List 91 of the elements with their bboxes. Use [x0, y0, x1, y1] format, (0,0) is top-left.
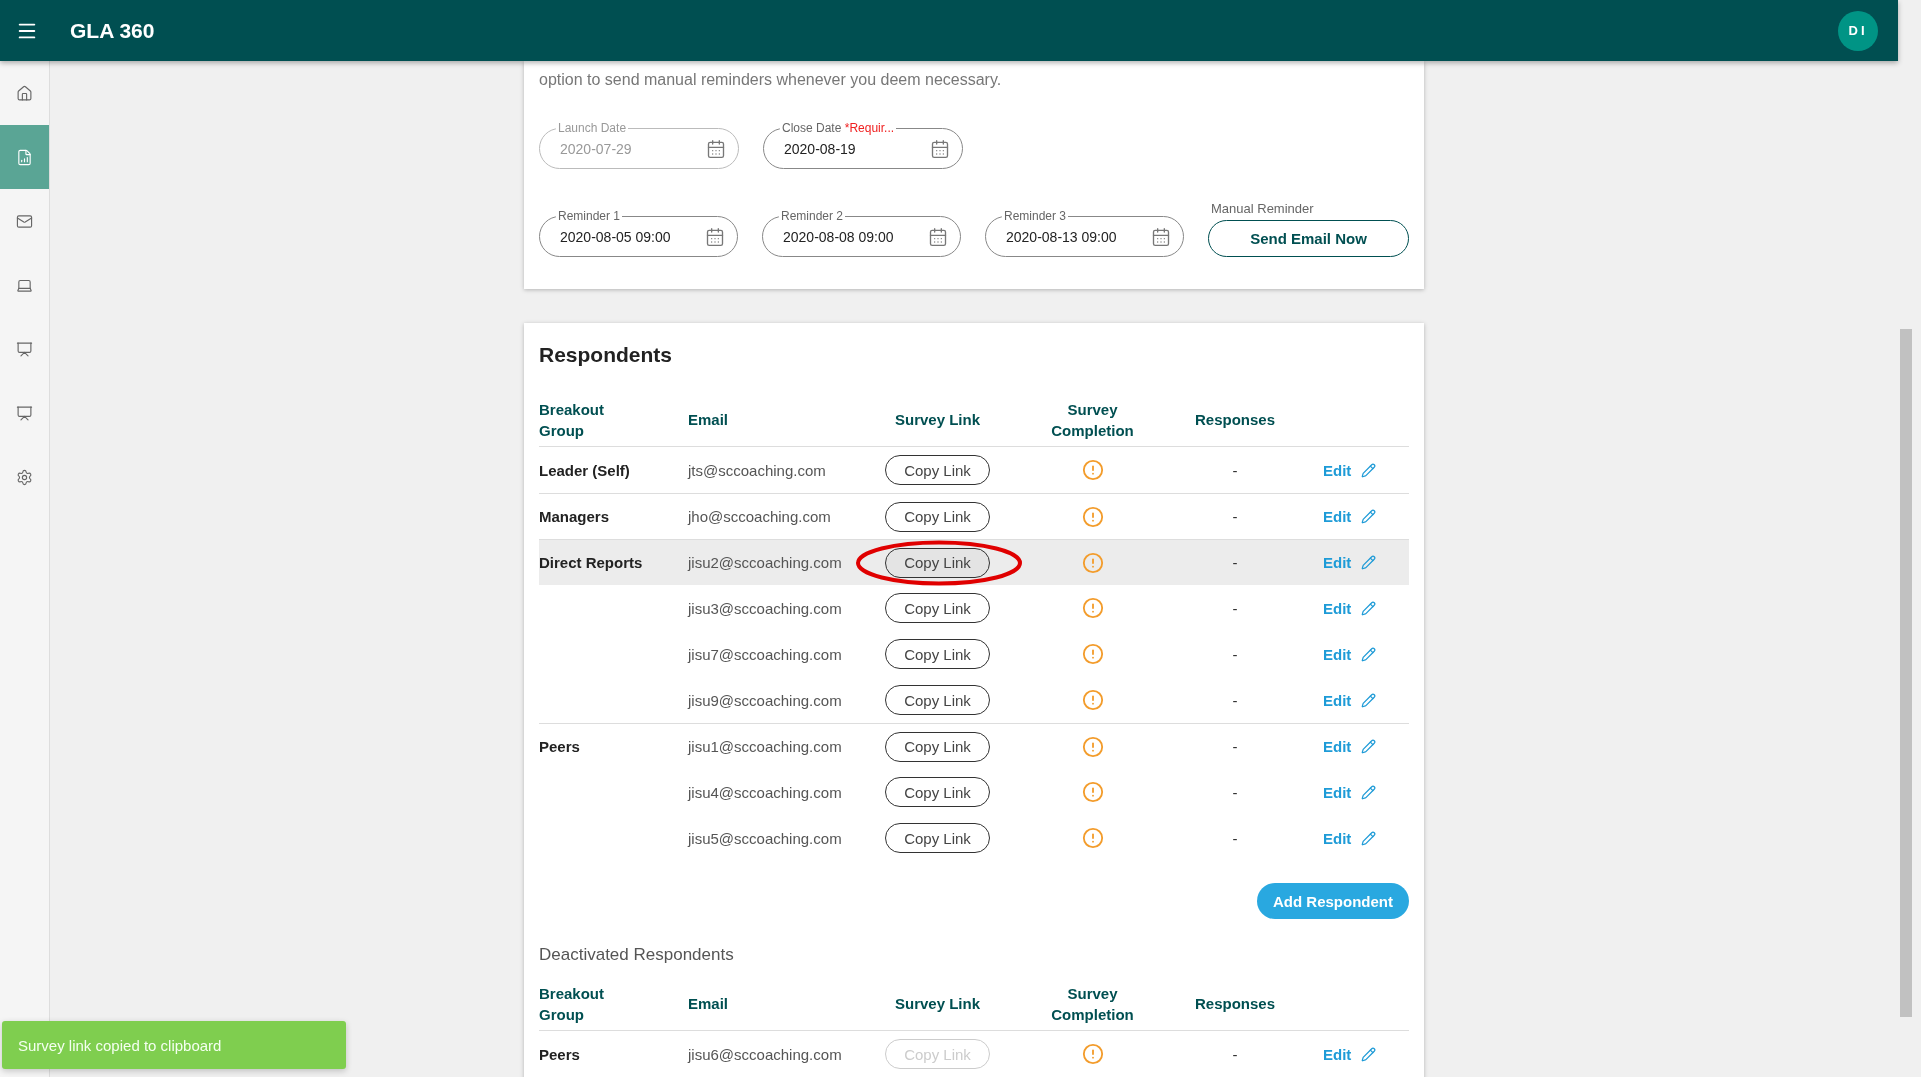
home-icon: [16, 84, 33, 102]
email-cell-text: jisu7@sccoaching.com: [688, 645, 843, 663]
table-row[interactable]: Peers jisu1@sccoaching.com Copy Link - Edit: [539, 723, 1409, 769]
copy-link-button[interactable]: Copy Link: [885, 593, 990, 623]
section-title: Respondents: [539, 343, 673, 367]
toast-message: Survey link copied to clipboard: [2, 1021, 346, 1069]
responses-cell: -: [1232, 691, 1238, 709]
alert-icon: [1081, 1043, 1104, 1065]
column-header: Breakout Group: [539, 399, 606, 441]
group-name: Peers: [539, 1045, 581, 1063]
email-cell-text: jisu6@sccoaching.com: [688, 1045, 843, 1063]
email-cell-text: jho@sccoaching.com: [688, 508, 832, 525]
copy-link-button[interactable]: Copy Link: [885, 547, 990, 578]
column-header: Survey Completion: [1050, 983, 1135, 1025]
column-header: Email: [688, 410, 729, 430]
app-title: GLA 360: [70, 18, 156, 43]
pencil-icon: [1361, 830, 1377, 846]
table-row[interactable]: Direct Reports jisu2@sccoaching.com Copy Link - Edit: [539, 539, 1409, 585]
responses-cell: -: [1232, 829, 1238, 847]
table-row[interactable]: jisu7@sccoaching.com Copy Link - Edit: [539, 631, 1409, 677]
email-cell-text: jisu2@sccoaching.com: [688, 554, 843, 571]
calendar-icon[interactable]: [705, 226, 725, 247]
table-row[interactable]: jisu9@sccoaching.com Copy Link - Edit: [539, 677, 1409, 723]
email-cell-text: jts@sccoaching.com: [688, 461, 827, 479]
copy-link-button[interactable]: Copy Link: [885, 777, 990, 807]
alert-icon: [1081, 735, 1104, 758]
responses-cell: -: [1232, 645, 1238, 663]
column-header: Breakout Group: [539, 983, 606, 1025]
group-name: Peers: [539, 738, 581, 755]
pencil-icon: [1361, 784, 1377, 800]
responses-cell: -: [1232, 783, 1238, 801]
pencil-icon: [1361, 555, 1377, 570]
alert-icon: [1081, 643, 1104, 665]
pencil-icon: [1361, 509, 1377, 524]
pencil-icon: [1361, 692, 1377, 708]
column-header: Responses: [1194, 994, 1275, 1014]
group-name: Leader (Self): [539, 461, 631, 479]
alert-icon: [1081, 505, 1104, 528]
section-title: Deactivated Respondents: [539, 945, 735, 965]
presentation-icon: [16, 404, 33, 422]
alert-icon: [1081, 551, 1104, 574]
table-row[interactable]: jisu4@sccoaching.com Copy Link - Edit: [539, 769, 1409, 815]
email-cell-text: jisu5@sccoaching.com: [688, 829, 843, 847]
alert-icon: [1081, 827, 1104, 849]
alert-icon: [1081, 459, 1104, 481]
settings-icon: [16, 468, 33, 486]
copy-link-button[interactable]: Copy Link: [885, 501, 990, 532]
group-name: Managers: [539, 508, 611, 525]
table-row[interactable]: Leader (Self) jts@sccoaching.com Copy Link - Edit: [539, 447, 1409, 493]
email-cell-text: jisu1@sccoaching.com: [688, 738, 843, 755]
copy-link-button[interactable]: Copy Link: [885, 731, 990, 762]
user-avatar[interactable]: DI: [1838, 10, 1878, 51]
column-header: Survey Link: [894, 994, 980, 1014]
responses-cell: -: [1232, 461, 1238, 479]
group-name: Direct Reports: [539, 554, 644, 571]
pencil-icon: [1361, 739, 1377, 754]
responses-cell: -: [1232, 738, 1238, 755]
copy-link-button[interactable]: Copy Link: [885, 685, 990, 715]
copy-link-button[interactable]: Copy Link: [885, 455, 990, 485]
pencil-icon: [1361, 462, 1377, 478]
mail-icon: [16, 212, 33, 230]
calendar-icon[interactable]: [1151, 226, 1171, 247]
email-cell-text: jisu9@sccoaching.com: [688, 691, 843, 709]
description-text: option to send manual reminders whenever you deem necessary.: [539, 70, 1003, 90]
pencil-icon: [1361, 600, 1377, 616]
calendar-icon[interactable]: [930, 138, 950, 159]
responses-cell: -: [1232, 508, 1238, 525]
copy-link-button[interactable]: Copy Link: [885, 639, 990, 669]
sidebar-item[interactable]: [0, 125, 49, 189]
copy-link-button[interactable]: Copy Link: [885, 823, 990, 853]
calendar-icon[interactable]: [928, 226, 948, 247]
column-header: Email: [688, 994, 729, 1014]
table-row[interactable]: jisu5@sccoaching.com Copy Link - Edit: [539, 815, 1409, 861]
alert-icon: [1081, 597, 1104, 619]
responses-cell: -: [1232, 599, 1238, 617]
column-header: Survey Link: [894, 410, 980, 430]
presentation-icon: [16, 340, 33, 358]
email-cell-text: jisu4@sccoaching.com: [688, 783, 843, 801]
manual-reminder-label: Manual Reminder: [1210, 201, 1315, 216]
column-header: Responses: [1194, 410, 1275, 430]
email-cell-text: jisu3@sccoaching.com: [688, 599, 843, 617]
pencil-icon: [1361, 1046, 1377, 1062]
send-email-button[interactable]: Send Email Now: [1208, 220, 1409, 257]
column-header: Survey Completion: [1050, 399, 1135, 441]
responses-cell: -: [1232, 1045, 1238, 1063]
responses-cell: -: [1232, 554, 1238, 571]
report-icon: [16, 148, 33, 166]
table-row[interactable]: jisu3@sccoaching.com Copy Link - Edit: [539, 585, 1409, 631]
alert-icon: [1081, 689, 1104, 711]
alert-icon: [1081, 781, 1104, 803]
pencil-icon: [1361, 646, 1377, 662]
